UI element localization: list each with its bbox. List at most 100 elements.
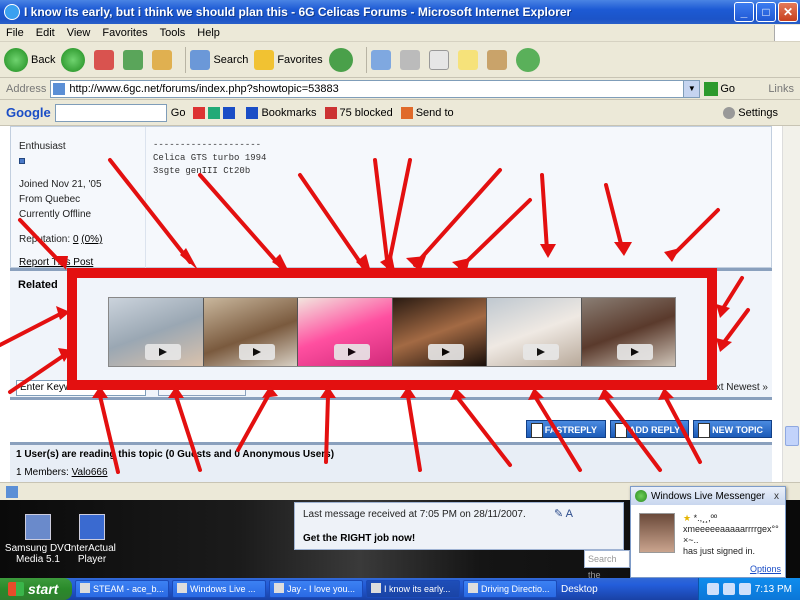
links-button[interactable]: Links [768,83,800,95]
active-users-panel: 1 User(s) are reading this topic (0 Gues… [10,442,772,482]
messenger-search-input[interactable]: Search the [584,550,630,580]
send-icon [400,106,413,119]
font-icon[interactable]: A [566,508,573,520]
taskbar-button[interactable]: STEAM - ace_b... [75,580,169,598]
google-go-button[interactable]: Go [171,107,186,119]
play-icon[interactable] [144,344,181,360]
members-label: 1 Members: [16,467,69,478]
video-thumbnail[interactable] [487,298,582,366]
minimize-button[interactable]: _ [734,2,754,22]
windows-flag-icon [8,582,24,596]
google-search-input[interactable] [54,103,167,122]
video-thumbnail[interactable] [581,298,675,366]
edit-button[interactable] [428,49,452,70]
forward-button[interactable] [61,47,88,72]
new-topic-button[interactable]: NEW TOPIC [693,420,772,438]
taskbar-button[interactable]: Windows Live ... [172,580,266,598]
messenger-button[interactable] [515,47,543,72]
pencil-icon[interactable]: ✎ [554,508,563,520]
chevron-down-icon[interactable]: ▼ [683,80,700,97]
home-button[interactable] [152,49,175,70]
popup-blocker-button[interactable]: 75 blocked [324,106,393,119]
video-thumbnail[interactable] [203,298,298,366]
refresh-button[interactable] [123,49,146,70]
user-joined: Joined Nov 21, '05 [19,179,102,190]
samsung-dvc-icon [25,514,51,540]
fast-reply-button[interactable]: FASTREPLY [525,420,606,438]
play-icon[interactable] [333,344,370,360]
scrollbar-thumb[interactable] [785,426,799,446]
menu-file[interactable]: File [0,27,30,39]
taskbar-button[interactable]: Jay - I love you... [269,580,363,598]
wlm-signin-popup[interactable]: Windows Live Messenger x ★ *.,¸¸,ºº xmee… [630,486,786,578]
mail-button[interactable] [370,49,394,70]
reputation-value[interactable]: 0 [73,234,79,245]
menu-help[interactable]: Help [191,27,226,39]
page-scrollbar[interactable] [782,126,800,482]
play-icon[interactable] [617,344,653,360]
popup-blocked-icon [324,106,337,119]
tray-icon[interactable] [722,583,735,595]
address-bar: Address http://www.6gc.net/forums/index.… [0,78,800,100]
desktop-icon-interactual[interactable]: InterActual Player [54,514,130,565]
keyword-search-button[interactable] [158,380,246,396]
user-location: From Quebec [19,194,81,205]
keyword-input[interactable]: Enter Keyw [16,380,146,396]
google-tools[interactable] [193,106,238,119]
topic-nav-links[interactable]: Next Oldest · Next Newest » [642,382,768,393]
gear-icon [723,106,736,119]
send-to-button[interactable]: Send to [400,106,454,119]
member-link[interactable]: Valo666 [72,467,108,478]
post-divider [145,127,146,269]
maximize-button[interactable]: □ [756,2,776,22]
address-label: Address [6,82,47,95]
menu-view[interactable]: View [61,27,97,39]
close-icon[interactable]: x [774,491,779,502]
bookmarks-button[interactable]: Bookmarks [246,106,317,119]
add-reply-button[interactable]: ADD REPLY [609,420,690,438]
ad-text[interactable]: Get the RIGHT job now! [303,533,415,544]
ie-icon [371,583,381,593]
video-thumbnail[interactable] [109,298,204,366]
search-button[interactable]: Search [190,49,248,70]
history-button[interactable] [328,47,356,72]
notes-button[interactable] [457,49,481,70]
close-button[interactable]: ✕ [778,2,798,22]
video-thumbnail[interactable] [298,298,393,366]
menu-favorites[interactable]: Favorites [96,27,153,39]
notes-icon [457,49,478,70]
browser-icon [208,106,221,119]
desktop-toolbar[interactable]: Desktop [561,584,598,595]
play-icon[interactable] [522,344,559,360]
tray-icon[interactable] [706,583,719,595]
play-icon[interactable] [239,344,275,360]
reputation-pct[interactable]: (0%) [81,234,102,245]
search-icon [190,49,211,70]
menu-edit[interactable]: Edit [30,27,61,39]
go-label: Go [720,82,736,95]
video-thumbnail[interactable] [392,298,487,366]
back-button[interactable]: Back [4,47,55,72]
page-status-icon [6,486,18,498]
print-button[interactable] [399,49,423,70]
go-button[interactable]: Go [704,81,736,96]
start-button[interactable]: start [0,578,72,600]
conversation-tools[interactable]: ✎ A [554,507,573,520]
address-input[interactable]: http://www.6gc.net/forums/index.php?show… [50,79,701,98]
ie-icon [468,583,478,593]
play-icon[interactable] [428,344,464,360]
windows-logo-icon [774,24,800,41]
wlm-options-link[interactable]: Options [750,564,781,574]
taskbar-button[interactable]: Driving Directio... [463,580,557,598]
research-icon [486,49,507,70]
tray-icon[interactable] [738,583,751,595]
report-post-link[interactable]: Report This Post [19,257,93,268]
settings-button[interactable]: Settings [723,106,792,119]
web-page: Enthusiast Joined Nov 21, '05 From Quebe… [0,126,782,482]
stop-button[interactable] [94,49,117,70]
active-users-count: 1 User(s) are reading this topic (0 Gues… [16,449,335,460]
research-button[interactable] [486,49,510,70]
taskbar-button-active[interactable]: I know its early... [366,580,460,598]
favorites-button[interactable]: Favorites [254,49,323,70]
menu-tools[interactable]: Tools [154,27,192,39]
